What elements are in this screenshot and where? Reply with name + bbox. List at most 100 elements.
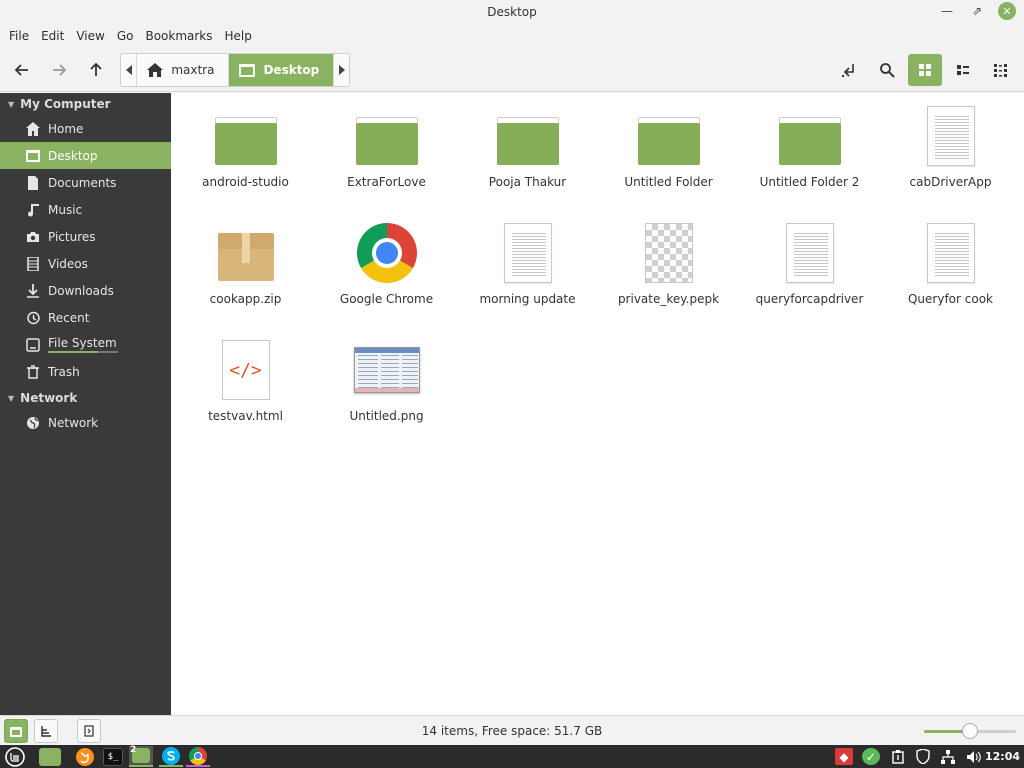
close-icon[interactable]: ✕ bbox=[998, 2, 1016, 20]
file-item-testvav-html[interactable]: </> testvav.html bbox=[175, 337, 316, 454]
sidebar-item-label: Pictures bbox=[48, 229, 96, 244]
show-desktop-button[interactable] bbox=[39, 746, 61, 767]
html-code-icon: </> bbox=[221, 340, 270, 400]
sidebar-section-network[interactable]: ▼ Network bbox=[0, 387, 171, 409]
file-item-private-key[interactable]: private_key.pepk bbox=[598, 220, 739, 337]
sidebar-item-label: Trash bbox=[48, 364, 80, 379]
file-item-extraforlove[interactable]: ExtraForLove bbox=[316, 103, 457, 220]
file-name: testvav.html bbox=[208, 409, 283, 423]
menu-view[interactable]: View bbox=[70, 24, 110, 48]
path-segment-desktop[interactable]: Desktop bbox=[228, 54, 334, 86]
toggle-location-button[interactable] bbox=[832, 54, 866, 86]
workspace-badge: 2 bbox=[130, 745, 137, 755]
folder-icon bbox=[355, 117, 418, 165]
show-tree-button[interactable] bbox=[34, 719, 58, 743]
file-item-cookapp-zip[interactable]: cookapp.zip bbox=[175, 220, 316, 337]
status-bar: 14 items, Free space: 51.7 GB bbox=[0, 715, 1024, 745]
menu-bookmarks[interactable]: Bookmarks bbox=[139, 24, 218, 48]
file-manager-task[interactable]: 2 bbox=[129, 745, 153, 767]
drive-icon bbox=[26, 337, 40, 352]
file-system-entry: File System bbox=[48, 336, 118, 353]
file-item-untitled-png[interactable]: Untitled.png bbox=[316, 337, 457, 454]
file-name: Untitled.png bbox=[349, 409, 424, 423]
menu-edit[interactable]: Edit bbox=[35, 24, 70, 48]
file-view[interactable]: android-studio ExtraForLove Pooja Thakur… bbox=[171, 93, 1024, 715]
path-segment-home[interactable]: maxtra bbox=[136, 54, 228, 86]
compact-view-button[interactable] bbox=[984, 54, 1018, 86]
file-item-untitled-folder[interactable]: Untitled Folder bbox=[598, 103, 739, 220]
file-grid: android-studio ExtraForLove Pooja Thakur… bbox=[171, 103, 1024, 454]
file-name: Untitled Folder 2 bbox=[759, 175, 860, 189]
volume-icon[interactable] bbox=[964, 748, 982, 765]
sidebar-item-trash[interactable]: Trash bbox=[0, 358, 171, 385]
sidebar-item-network[interactable]: Network bbox=[0, 409, 171, 436]
window-title: Desktop bbox=[487, 5, 537, 19]
search-icon bbox=[880, 63, 895, 78]
menu-bar: File Edit View Go Bookmarks Help bbox=[0, 24, 1024, 48]
archive-box-icon bbox=[217, 233, 274, 281]
maximize-icon[interactable]: ⇗ bbox=[968, 2, 986, 20]
terminal-launcher[interactable]: $_ bbox=[103, 746, 123, 767]
status-text: 14 items, Free space: 51.7 GB bbox=[421, 724, 603, 738]
menu-file[interactable]: File bbox=[3, 24, 35, 48]
update-manager-check-icon[interactable]: ✓ bbox=[862, 748, 880, 765]
file-name: ExtraForLove bbox=[347, 175, 426, 189]
triangle-right-icon bbox=[338, 65, 345, 75]
file-name: queryforcapdriver bbox=[755, 292, 864, 306]
file-name: cabDriverApp bbox=[909, 175, 992, 189]
menu-help[interactable]: Help bbox=[219, 24, 258, 48]
sidebar-item-label: File System bbox=[48, 336, 117, 350]
path-scroll-right[interactable] bbox=[333, 54, 349, 86]
skype-task[interactable] bbox=[159, 746, 183, 767]
file-item-cabdriverapp[interactable]: cabDriverApp bbox=[880, 103, 1021, 220]
firefox-launcher[interactable] bbox=[75, 746, 95, 767]
shield-icon[interactable] bbox=[914, 748, 932, 765]
clock[interactable]: 12:04 bbox=[985, 745, 1020, 768]
sidebar-item-pictures[interactable]: Pictures bbox=[0, 223, 171, 250]
file-name: Queryfor cook bbox=[907, 292, 993, 306]
sidebar-item-home[interactable]: Home bbox=[0, 115, 171, 142]
sidebar-item-recent[interactable]: Recent bbox=[0, 304, 171, 331]
linux-mint-logo-icon bbox=[5, 746, 25, 767]
file-item-queryfor-cook[interactable]: Queryfor cook bbox=[880, 220, 1021, 337]
file-name: morning update bbox=[479, 292, 576, 306]
home-icon bbox=[26, 121, 40, 136]
icon-view-button[interactable] bbox=[908, 54, 942, 86]
zoom-slider-knob[interactable] bbox=[962, 723, 978, 739]
sidebar-item-downloads[interactable]: Downloads bbox=[0, 277, 171, 304]
zoom-slider[interactable] bbox=[924, 723, 1016, 739]
sidebar-item-desktop[interactable]: Desktop bbox=[0, 142, 171, 169]
text-document-icon bbox=[503, 223, 552, 283]
film-icon bbox=[27, 256, 39, 271]
file-item-android-studio[interactable]: android-studio bbox=[175, 103, 316, 220]
file-item-pooja-thakur[interactable]: Pooja Thakur bbox=[457, 103, 598, 220]
sidebar-item-documents[interactable]: Documents bbox=[0, 169, 171, 196]
path-scroll-left[interactable] bbox=[121, 54, 136, 86]
toolbar: maxtra Desktop bbox=[0, 48, 1024, 92]
sidebar-section-my-computer[interactable]: ▼ My Computer bbox=[0, 93, 171, 115]
sidebar-item-music[interactable]: Music bbox=[0, 196, 171, 223]
file-item-untitled-folder-2[interactable]: Untitled Folder 2 bbox=[739, 103, 880, 220]
network-icon[interactable] bbox=[939, 748, 957, 765]
search-button[interactable] bbox=[870, 54, 904, 86]
file-item-queryforcapdriver[interactable]: queryforcapdriver bbox=[739, 220, 880, 337]
menu-go[interactable]: Go bbox=[111, 24, 140, 48]
mint-menu-button[interactable] bbox=[5, 746, 25, 767]
show-places-button[interactable] bbox=[4, 719, 28, 743]
minimize-icon[interactable]: — bbox=[938, 2, 956, 20]
chrome-task[interactable] bbox=[186, 746, 210, 767]
sidebar-item-videos[interactable]: Videos bbox=[0, 250, 171, 277]
hide-sidebar-button[interactable] bbox=[77, 719, 101, 743]
history-clock-icon bbox=[27, 311, 40, 324]
file-item-morning-update[interactable]: morning update bbox=[457, 220, 598, 337]
view-tools bbox=[832, 54, 1018, 86]
path-segment-label: Desktop bbox=[263, 63, 320, 77]
sidebar-item-file-system[interactable]: File System bbox=[0, 331, 171, 358]
file-item-google-chrome[interactable]: Google Chrome bbox=[316, 220, 457, 337]
anydesk-tray-icon[interactable]: ◆ bbox=[835, 748, 853, 765]
list-view-button[interactable] bbox=[946, 54, 980, 86]
up-button[interactable] bbox=[80, 54, 112, 86]
clipboard-tray-icon[interactable] bbox=[889, 748, 907, 765]
forward-button[interactable] bbox=[43, 54, 75, 86]
back-button[interactable] bbox=[6, 54, 38, 86]
